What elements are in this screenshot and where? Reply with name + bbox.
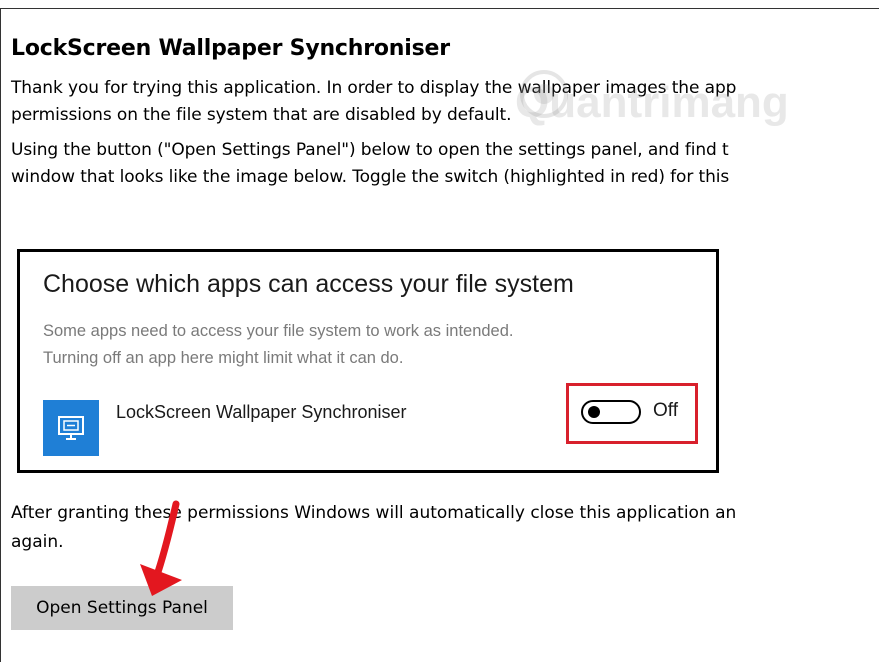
dialog-app-name: LockScreen Wallpaper Synchroniser [116,402,407,422]
page-title: LockScreen Wallpaper Synchroniser [11,36,450,61]
after-line: After granting these permissions Windows… [11,503,737,523]
main-content: LockScreen Wallpaper Synchroniser Thank … [11,36,879,199]
dialog-description: Some apps need to access your file syste… [43,318,514,372]
permission-toggle [581,400,641,424]
after-paragraph: After granting these permissions Windows… [11,499,736,557]
dialog-desc-line: Some apps need to access your file syste… [43,322,514,340]
toggle-state-label: Off [653,400,678,421]
instructions-paragraph: Using the button ("Open Settings Panel")… [11,137,879,191]
window-border-top [0,8,879,9]
dialog-desc-line: Turning off an app here might limit what… [43,349,404,367]
dialog-heading: Choose which apps can access your file s… [43,270,574,298]
intro-line: Thank you for trying this application. I… [11,78,737,98]
intro-paragraph: Thank you for trying this application. I… [11,75,879,129]
open-settings-panel-button[interactable]: Open Settings Panel [11,586,233,630]
after-line: again. [11,532,64,552]
settings-preview-image: Choose which apps can access your file s… [17,249,719,473]
monitor-icon [43,400,99,456]
instructions-line: window that looks like the image below. … [11,167,730,187]
instructions-line: Using the button ("Open Settings Panel")… [11,140,729,160]
window-border-left [0,8,1,662]
app-window: LockScreen Wallpaper Synchroniser Thank … [0,0,879,662]
intro-line: permissions on the file system that are … [11,105,512,125]
toggle-knob [588,406,600,418]
toggle-highlight-box: Off [566,383,698,444]
